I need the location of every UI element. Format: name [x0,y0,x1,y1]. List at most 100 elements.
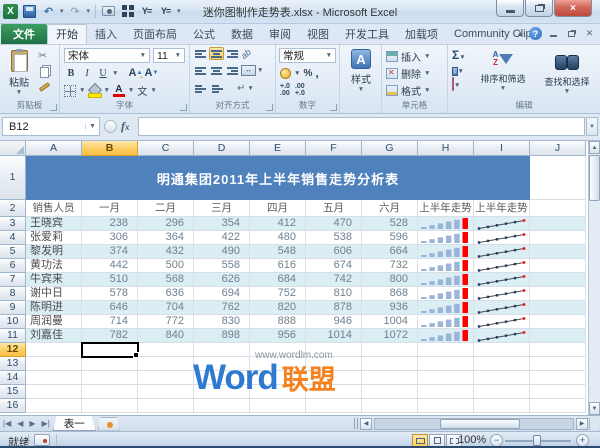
cell[interactable] [530,371,586,385]
insert-worksheet-icon[interactable] [98,417,120,431]
sparkline-line-cell[interactable] [474,259,530,273]
table-row-value[interactable]: 1014 [306,329,362,343]
borders-icon[interactable] [64,85,76,97]
cell[interactable] [530,273,586,287]
table-row-value[interactable]: 636 [138,287,194,301]
cell[interactable] [530,200,586,217]
row-header-3[interactable]: 3 [0,217,26,231]
screenshot-icon[interactable] [101,4,116,19]
table-row-value[interactable]: 732 [362,259,418,273]
workbook-restore-icon[interactable] [565,28,578,39]
cell[interactable] [530,301,586,315]
clear-button[interactable]: ▼ [452,78,466,90]
row-header-4[interactable]: 4 [0,231,26,245]
minimize-ribbon-icon[interactable]: ▲ [516,29,524,38]
styles-button[interactable]: A 样式 ▼ [343,49,379,101]
cell[interactable] [194,399,250,413]
column-header-B[interactable]: B [82,141,138,156]
column-header-H[interactable]: H [418,141,474,156]
cut-icon[interactable]: ✂ [38,49,50,62]
undo-dropdown-icon[interactable]: ▾ [60,7,64,15]
macro-record-icon[interactable] [34,434,50,446]
file-tab[interactable]: 文件 [1,24,47,44]
format-painter-icon[interactable] [39,82,50,92]
table-row-value[interactable]: 528 [362,217,418,231]
vertical-scroll-thumb[interactable] [589,155,600,201]
row-header-5[interactable]: 5 [0,245,26,259]
cell[interactable] [530,385,586,399]
cell[interactable] [530,245,586,259]
sparkline-column-cell[interactable] [418,315,474,329]
select-all-corner[interactable] [0,141,26,156]
italic-button[interactable]: I [80,66,94,80]
custom-formula-icon-1[interactable]: Y= [139,4,154,19]
cell[interactable] [26,371,82,385]
dialog-launcher-icon[interactable] [50,104,57,111]
cell[interactable] [250,399,306,413]
table-row-value[interactable]: 742 [306,273,362,287]
column-header-A[interactable]: A [26,141,82,156]
cell[interactable] [82,385,138,399]
sparkline-line-cell[interactable] [474,231,530,245]
table-row-name[interactable]: 王晓宾 [26,217,82,231]
table-row-value[interactable]: 674 [306,259,362,273]
cell[interactable] [26,343,82,357]
fill-button[interactable]: ↓▼ [452,64,466,76]
table-row-value[interactable]: 946 [306,315,362,329]
column-header-E[interactable]: E [250,141,306,156]
table-row-name[interactable]: 谢中日 [26,287,82,301]
excel-logo-icon[interactable]: X [3,4,18,19]
ribbon-tab[interactable]: 数据 [223,24,261,44]
sparkline-line-cell[interactable] [474,217,530,231]
save-icon[interactable] [22,4,37,19]
cell[interactable] [26,385,82,399]
row-header-15[interactable]: 15 [0,385,26,399]
row-header-13[interactable]: 13 [0,357,26,371]
cell[interactable] [250,357,306,371]
ribbon-tab[interactable]: 公式 [185,24,223,44]
close-button[interactable]: × [554,0,592,17]
cell[interactable] [138,371,194,385]
ribbon-tab[interactable]: 插入 [87,24,125,44]
sparkline-column-cell[interactable] [418,301,474,315]
table-header-cell[interactable]: 四月 [250,200,306,217]
table-row-value[interactable]: 500 [138,259,194,273]
phonetic-guide-icon[interactable]: 文 [137,83,147,98]
cell[interactable] [306,385,362,399]
table-row-value[interactable]: 956 [250,329,306,343]
minimize-button[interactable] [496,0,524,17]
sparkline-line-cell[interactable] [474,301,530,315]
phonetic-dropdown-icon[interactable]: ▼ [150,87,156,94]
table-row-name[interactable]: 牛宾来 [26,273,82,287]
row-header-10[interactable]: 10 [0,315,26,329]
table-row-value[interactable]: 596 [362,231,418,245]
table-row-value[interactable]: 306 [82,231,138,245]
expand-formula-bar-icon[interactable]: ▼ [586,117,598,136]
cell[interactable] [82,371,138,385]
copy-icon[interactable] [40,67,49,78]
hscroll-left-icon[interactable]: ◀ [360,418,372,430]
cell[interactable] [474,399,530,413]
cell[interactable] [474,385,530,399]
cell[interactable] [530,259,586,273]
column-header-C[interactable]: C [138,141,194,156]
table-row-value[interactable]: 664 [362,245,418,259]
increase-indent-icon[interactable] [210,82,225,95]
undo-icon[interactable]: ↶ [41,4,56,19]
align-right-icon[interactable] [225,64,240,77]
cell[interactable] [138,357,194,371]
table-row-value[interactable]: 888 [250,315,306,329]
table-row-value[interactable]: 558 [194,259,250,273]
table-row-value[interactable]: 752 [250,287,306,301]
sparkline-line-cell[interactable] [474,245,530,259]
sparkline-line-cell[interactable] [474,273,530,287]
scroll-up-icon[interactable]: ▲ [589,141,600,154]
insert-cells-button[interactable]: 插入 ▼ [386,48,442,64]
autosum-button[interactable]: Σ▼ [452,48,466,62]
cell[interactable] [26,357,82,371]
currency-format-icon[interactable] [280,68,291,79]
currency-dropdown-icon[interactable]: ▼ [294,70,300,77]
row-header-8[interactable]: 8 [0,287,26,301]
sparkline-column-cell[interactable] [418,287,474,301]
percent-format-icon[interactable]: % [303,68,312,79]
